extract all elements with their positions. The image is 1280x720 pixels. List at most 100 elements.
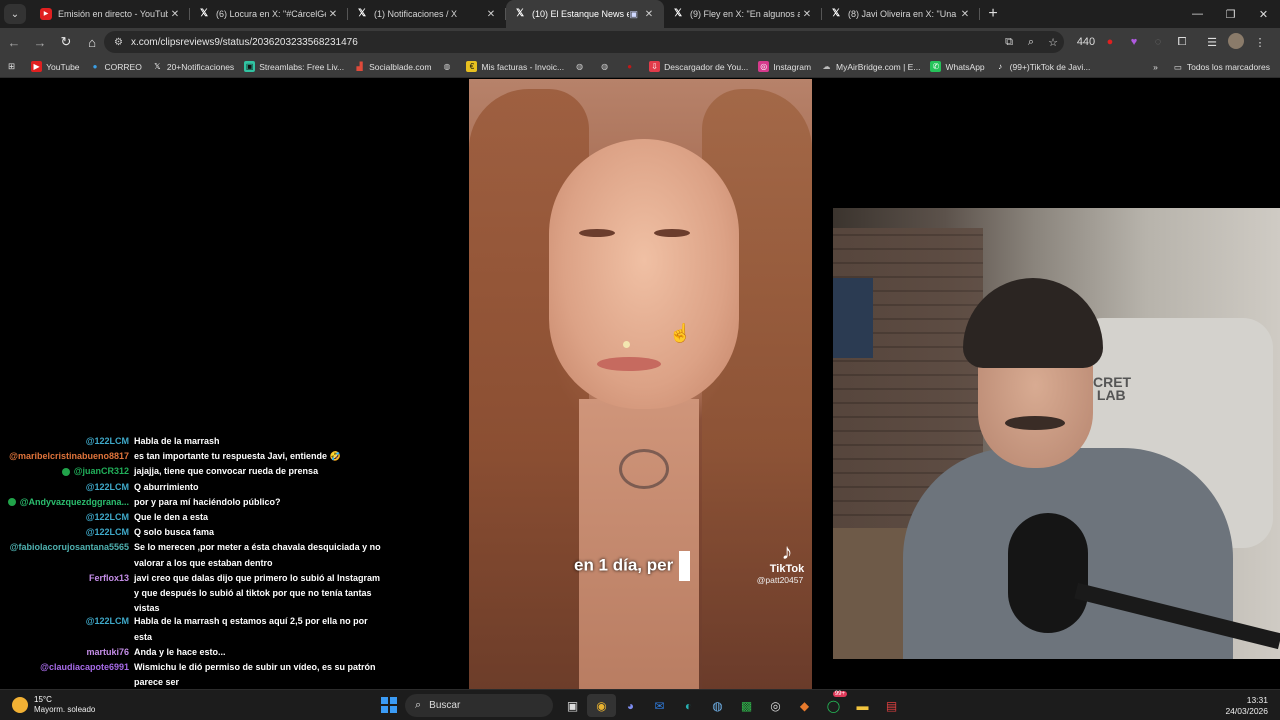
chat-message: @Andyvazquezdggrana... por y para mí haci… bbox=[0, 495, 400, 510]
apps-grid-icon[interactable]: ⊞ bbox=[8, 61, 15, 72]
browser-tab[interactable]: ▶ Emisión en directo - YouTube S✕ bbox=[32, 0, 190, 28]
tiktok-video[interactable]: ☝ en 1 día, per ♪ TikTok @patt20457 bbox=[469, 79, 812, 689]
chat-username[interactable]: @Andyvazquezdggrana... bbox=[7, 495, 129, 510]
tab-close-icon[interactable]: ✕ bbox=[800, 9, 814, 20]
close-window-icon[interactable]: ✕ bbox=[1247, 0, 1280, 28]
install-icon[interactable]: ⧉ bbox=[998, 36, 1020, 49]
browser-tab[interactable]: 𝕏 (10) El Estanque News en X▣ ✕ bbox=[506, 0, 664, 28]
system-clock[interactable]: 13:31 24/03/2026 bbox=[1225, 695, 1268, 717]
star-icon[interactable]: ☆ bbox=[1042, 36, 1064, 49]
windows-start-icon[interactable] bbox=[381, 697, 397, 713]
bookmark-item[interactable]: ◍ bbox=[574, 61, 589, 72]
tab-close-icon[interactable]: ✕ bbox=[326, 9, 340, 20]
browser-tab[interactable]: 𝕏 (6) Locura en X: "#CárcelGemel✕ bbox=[190, 0, 348, 28]
restore-icon[interactable]: ❐ bbox=[1214, 0, 1247, 28]
capture-app-icon[interactable]: ▤ bbox=[877, 694, 906, 717]
discord-icon[interactable]: ◕ bbox=[616, 694, 645, 717]
forward-icon[interactable]: → bbox=[28, 30, 52, 54]
bookmark-item[interactable]: ✆ WhatsApp bbox=[930, 61, 985, 72]
chat-username[interactable]: @122LCM bbox=[86, 510, 129, 525]
tab-close-icon[interactable]: ✕ bbox=[168, 9, 182, 20]
extension-shield-icon[interactable]: ◌ bbox=[1146, 36, 1170, 48]
obs-icon[interactable]: ◎ bbox=[761, 694, 790, 717]
clock-date: 24/03/2026 bbox=[1225, 706, 1268, 716]
chevron-right-icon[interactable]: » bbox=[1153, 62, 1158, 72]
bookmark-label: Socialblade.com bbox=[369, 61, 432, 72]
profile-avatar[interactable] bbox=[1224, 32, 1248, 52]
chat-username[interactable]: @122LCM bbox=[86, 614, 129, 629]
home-icon[interactable]: ⌂ bbox=[80, 30, 104, 54]
extension-stats-icon[interactable]: 440 bbox=[1074, 36, 1098, 48]
address-bar[interactable]: ⚙ x.com/clipsreviews9/status/20362032335… bbox=[104, 31, 1064, 53]
extensions-puzzle-icon[interactable]: ⧠ bbox=[1170, 36, 1194, 49]
browser-tab[interactable]: 𝕏 (1) Notificaciones / X ✕ bbox=[348, 0, 506, 28]
new-tab-button[interactable]: + bbox=[980, 5, 1006, 23]
bookmark-label: CORREO bbox=[104, 61, 142, 72]
chat-username[interactable]: Ferflox13 bbox=[89, 571, 129, 586]
bookmark-item[interactable]: ☁ MyAirBridge.com | E... bbox=[821, 61, 921, 72]
chat-username[interactable]: @fabiolacorujosantana5565 bbox=[10, 540, 129, 555]
chrome-icon[interactable]: ◉ bbox=[587, 694, 616, 717]
chat-username[interactable]: @122LCM bbox=[86, 480, 129, 495]
file-explorer-icon[interactable]: ▬ bbox=[848, 694, 877, 717]
all-bookmarks[interactable]: » ▭ Todos los marcadores bbox=[1153, 56, 1270, 78]
taskbar-search[interactable]: ⌕ Buscar bbox=[405, 694, 553, 717]
globe-icon: ◍ bbox=[443, 62, 451, 71]
menu-icon[interactable]: ⋮ bbox=[1248, 36, 1272, 49]
bookmark-item[interactable]: ● bbox=[624, 61, 639, 72]
bookmark-label: Instagram bbox=[773, 61, 812, 72]
orange-app-icon[interactable]: ◆ bbox=[790, 694, 819, 717]
extension-youtube-icon[interactable]: ● bbox=[1098, 36, 1122, 48]
sidebar-icon[interactable]: ☰ bbox=[1200, 36, 1224, 49]
bookmark-item[interactable]: ◍ bbox=[599, 61, 614, 72]
bookmark-item[interactable]: ▶ YouTube bbox=[31, 61, 80, 72]
tab-close-icon[interactable]: ✕ bbox=[484, 9, 498, 20]
edge-icon[interactable]: ◐ bbox=[674, 694, 703, 717]
bookmark-label: 20+Notificaciones bbox=[166, 61, 235, 72]
sun-icon bbox=[12, 697, 28, 713]
chat-username[interactable]: @claudiacapote6991 bbox=[40, 660, 129, 675]
bookmark-item[interactable]: ♪ (99+)TikTok de Javi... bbox=[995, 61, 1090, 72]
chat-username-text: @fabiolacorujosantana5565 bbox=[9, 542, 129, 553]
back-icon[interactable]: ← bbox=[2, 30, 26, 54]
browser-tab[interactable]: 𝕏 (9) Fley en X: "En algunos afirm✕ bbox=[664, 0, 822, 28]
outlook-icon[interactable]: ✉ bbox=[645, 694, 674, 717]
chat-username[interactable]: @122LCM bbox=[86, 525, 129, 540]
media-cast-icon[interactable]: ▣ bbox=[629, 9, 638, 20]
extension-heart-icon[interactable]: ♥ bbox=[1122, 36, 1146, 48]
bookmark-item[interactable]: € Mis facturas - Invoic... bbox=[466, 61, 564, 72]
whatsapp-taskbar-icon[interactable]: ◯ 99+ bbox=[819, 691, 848, 717]
tab-close-icon[interactable]: ✕ bbox=[642, 9, 656, 20]
chat-message: @juanCR312 jajajja, tiene que convocar ru… bbox=[0, 464, 400, 479]
clock-time: 13:31 bbox=[1246, 695, 1268, 705]
minimize-icon[interactable]: — bbox=[1181, 0, 1214, 28]
bookmark-item[interactable]: ⇩ Descargador de You... bbox=[649, 61, 748, 72]
bookmark-item[interactable]: 𝕏 20+Notificaciones bbox=[152, 61, 234, 72]
bookmark-item[interactable]: ◍ bbox=[441, 61, 456, 72]
chat-text: Se lo merecen ,por meter a ésta chavala … bbox=[134, 542, 381, 568]
tab-close-icon[interactable]: ✕ bbox=[958, 9, 972, 20]
bookmark-item[interactable]: ◎ Instagram bbox=[758, 61, 811, 72]
bookmark-item[interactable]: ▣ Streamlabs: Free Liv... bbox=[244, 61, 344, 72]
chat-username[interactable]: martuki76 bbox=[86, 645, 129, 660]
reload-icon[interactable]: ↻ bbox=[54, 30, 78, 54]
green-app-icon[interactable]: ▩ bbox=[732, 694, 761, 717]
chat-username-text: @claudiacapote6991 bbox=[40, 661, 129, 672]
browser-tab[interactable]: 𝕏 (8) Javi Oliveira en X: "Una ex p✕ bbox=[822, 0, 980, 28]
tiktok-icon: ♪ bbox=[998, 62, 1003, 71]
chat-username[interactable]: @juanCR312 bbox=[61, 464, 129, 479]
task-view-icon[interactable]: ▣ bbox=[558, 694, 587, 717]
bookmark-item[interactable]: ● CORREO bbox=[90, 61, 142, 72]
bookmark-item[interactable]: ▟ Socialblade.com bbox=[354, 61, 431, 72]
chat-text: Habla de la marrash q estamos aquí 2,5 p… bbox=[134, 616, 368, 642]
bookmark-label: YouTube bbox=[46, 61, 80, 72]
chat-text: jajajja, tiene que convocar rueda de pre… bbox=[134, 466, 319, 477]
tiktok-icon: ♪ bbox=[781, 539, 793, 564]
tab-search-button[interactable]: ⌄ bbox=[4, 4, 26, 24]
chat-username[interactable]: @122LCM bbox=[86, 434, 129, 449]
chat-username[interactable]: @maribelcristinabueno8817 bbox=[9, 449, 129, 464]
site-info-icon[interactable]: ⚙ bbox=[114, 37, 123, 48]
zoom-icon[interactable]: ⌕ bbox=[1020, 36, 1042, 49]
network-globe-icon[interactable]: ◍ bbox=[703, 694, 732, 717]
weather-widget[interactable]: 15°C Mayorm. soleado bbox=[12, 695, 95, 715]
